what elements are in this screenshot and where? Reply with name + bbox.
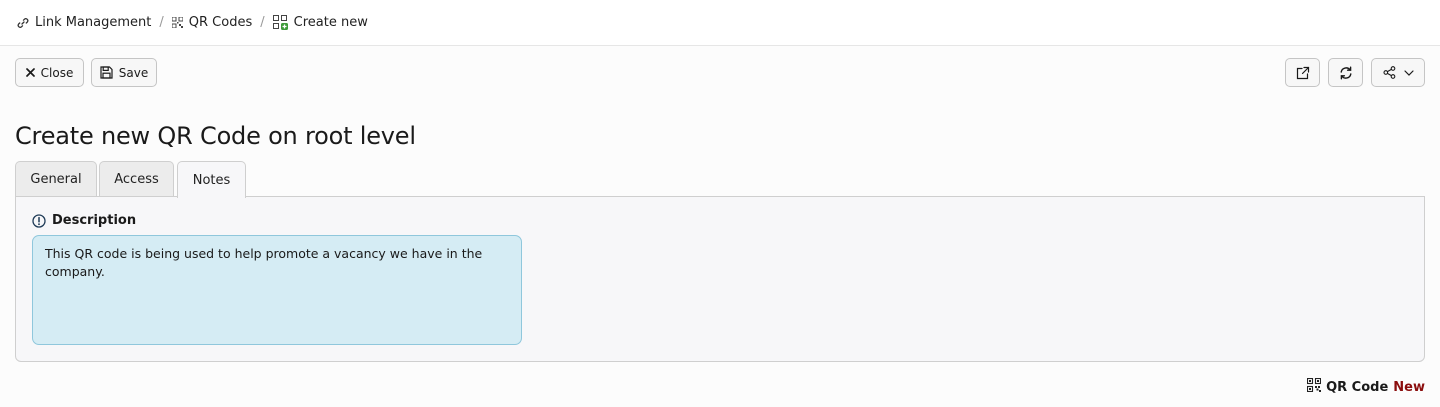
tab-access[interactable]: Access <box>99 161 174 197</box>
save-button-label: Save <box>118 65 149 80</box>
breadcrumb: Link Management / QR Codes / Create new <box>0 0 1440 46</box>
reload-icon <box>1339 66 1353 80</box>
share-icon <box>1382 66 1396 79</box>
description-textarea[interactable]: This QR code is being used to help promo… <box>32 235 522 345</box>
breadcrumb-item-link-management[interactable]: Link Management <box>17 15 151 30</box>
page-title: Create new QR Code on root level <box>15 122 416 150</box>
breadcrumb-label: QR Codes <box>188 15 253 30</box>
toolbar: Close Save <box>15 58 1425 87</box>
tab-general[interactable]: General <box>15 161 97 197</box>
save-icon <box>100 66 113 79</box>
breadcrumb-item-create-new: Create new <box>272 15 368 30</box>
close-icon <box>25 68 35 77</box>
qr-code-icon <box>1307 377 1322 396</box>
tab-notes[interactable]: Notes <box>177 161 246 198</box>
status-badge: New <box>1393 379 1425 395</box>
description-label-text: Description <box>52 213 137 228</box>
info-circle-icon <box>32 213 46 228</box>
reload-button[interactable] <box>1328 58 1363 87</box>
description-label: Description <box>32 213 136 228</box>
qr-code-add-icon <box>272 15 288 30</box>
breadcrumb-label: Create new <box>293 15 368 30</box>
link-icon <box>17 17 29 29</box>
breadcrumb-separator: / <box>260 15 265 30</box>
chevron-down-icon <box>1403 69 1414 76</box>
open-external-icon <box>1296 66 1310 80</box>
open-external-button[interactable] <box>1285 58 1320 87</box>
qr-code-icon <box>171 17 183 28</box>
breadcrumb-separator: / <box>159 15 164 30</box>
object-type-label: QR Code <box>1326 379 1389 395</box>
notes-panel: Description This QR code is being used t… <box>15 196 1425 362</box>
object-status: QR Code New <box>1307 377 1425 396</box>
breadcrumb-item-qr-codes[interactable]: QR Codes <box>171 15 253 30</box>
save-button[interactable]: Save <box>91 58 157 87</box>
share-dropdown-button[interactable] <box>1371 58 1425 87</box>
close-button-label: Close <box>40 65 74 80</box>
close-button[interactable]: Close <box>15 58 84 87</box>
breadcrumb-label: Link Management <box>35 15 152 30</box>
main-content: Close Save Create new QR Code on root le… <box>0 46 1440 407</box>
